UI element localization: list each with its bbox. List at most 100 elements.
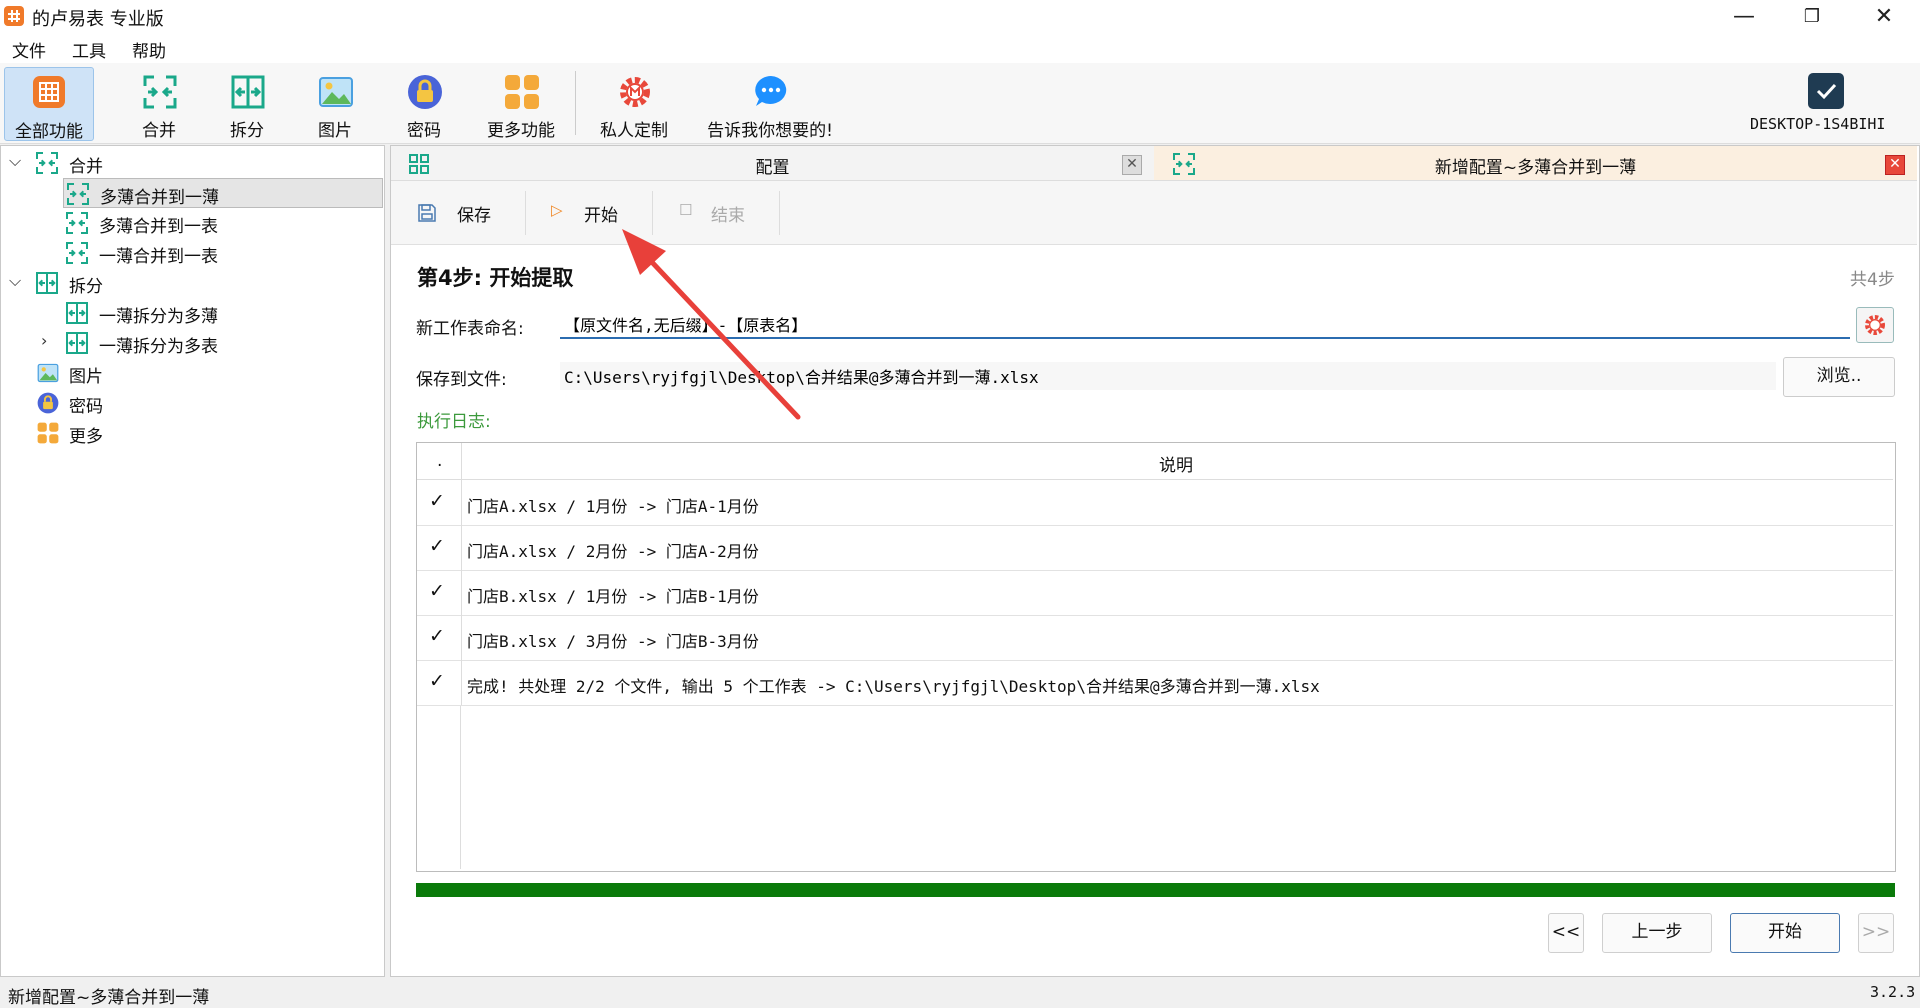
log-row: ✓ 门店B.xlsx / 3月份 -> 门店B-3月份 bbox=[417, 615, 1893, 661]
check-icon: ✓ bbox=[429, 670, 445, 692]
merge-icon bbox=[67, 183, 89, 205]
toolbar-label: 密码 bbox=[407, 121, 441, 141]
toolbar-label: 告诉我你想要的! bbox=[707, 121, 833, 141]
tree-label: 图片 bbox=[69, 367, 103, 387]
tree-item-more[interactable]: 更多 bbox=[1, 418, 384, 448]
user-avatar[interactable] bbox=[1808, 73, 1844, 109]
tree-item-multi-to-one-sheet[interactable]: 多薄合并到一表 bbox=[1, 208, 384, 238]
minimize-button[interactable]: — bbox=[1716, 0, 1772, 33]
chevron-right-icon[interactable]: › bbox=[41, 331, 47, 350]
last-step-button[interactable]: >> bbox=[1858, 913, 1894, 953]
end-label: 结束 bbox=[711, 206, 745, 226]
log-text: 门店A.xlsx / 2月份 -> 门店A-2月份 bbox=[467, 542, 759, 561]
menu-help[interactable]: 帮助 bbox=[132, 37, 166, 62]
log-text: 完成! 共处理 2/2 个文件, 输出 5 个工作表 -> C:\Users\r… bbox=[467, 677, 1320, 696]
toolbar-label: 更多功能 bbox=[487, 121, 555, 141]
tab-close-icon[interactable]: ✕ bbox=[1885, 155, 1905, 175]
tree-item-one-book-to-sheet[interactable]: 一薄合并到一表 bbox=[1, 238, 384, 268]
more-icon bbox=[505, 75, 539, 109]
toolbar-label: 私人定制 bbox=[600, 121, 668, 141]
browse-button[interactable]: 浏览.. bbox=[1783, 357, 1895, 397]
split-icon bbox=[36, 272, 58, 294]
more-icon bbox=[37, 422, 59, 444]
toolbar-split-button[interactable]: 拆分 bbox=[203, 67, 291, 141]
menu-file[interactable]: 文件 bbox=[12, 37, 46, 62]
log-row: ✓ 门店B.xlsx / 1月份 -> 门店B-1月份 bbox=[417, 570, 1893, 616]
tree-label: 密码 bbox=[69, 397, 103, 417]
check-icon: ✓ bbox=[429, 625, 445, 647]
toolbar-password-button[interactable]: 密码 bbox=[380, 67, 468, 141]
merge-icon bbox=[143, 75, 177, 109]
chat-icon bbox=[755, 76, 787, 106]
merge-icon bbox=[66, 212, 88, 234]
save-button[interactable]: 保存 bbox=[417, 201, 527, 227]
start-label: 开始 bbox=[584, 206, 618, 226]
toolbar-all-functions-button[interactable]: 全部功能 bbox=[4, 67, 94, 142]
menu-tools[interactable]: 工具 bbox=[72, 37, 106, 62]
tab-new-config[interactable]: 新增配置~多薄合并到一薄 ✕ bbox=[1154, 146, 1917, 181]
log-row: ✓ 完成! 共处理 2/2 个文件, 输出 5 个工作表 -> C:\Users… bbox=[417, 660, 1893, 706]
toolbar-label: 全部功能 bbox=[15, 122, 83, 142]
tree-label: 一薄合并到一表 bbox=[99, 247, 218, 267]
chevron-down-icon[interactable]: ⌵ bbox=[9, 151, 21, 171]
tree-label: 多薄合并到一薄 bbox=[100, 188, 219, 208]
tree-item-password[interactable]: 密码 bbox=[1, 388, 384, 418]
window-title: 的卢易表 专业版 bbox=[32, 9, 164, 30]
save-file-label: 保存到文件: bbox=[416, 370, 507, 390]
lock-icon bbox=[408, 75, 442, 109]
toolbar-more-button[interactable]: 更多功能 bbox=[477, 67, 565, 141]
user-name: DESKTOP-1S4BIHI bbox=[1750, 115, 1886, 133]
log-header: . 说明 bbox=[417, 443, 1893, 480]
column-separator bbox=[460, 706, 461, 869]
maximize-button[interactable]: ❐ bbox=[1784, 0, 1840, 33]
toolbar-custom-button[interactable]: 私人定制 bbox=[590, 67, 678, 141]
column-header-description: 说明 bbox=[1159, 456, 1193, 476]
column-header-status: . bbox=[437, 451, 443, 471]
version-label: 3.2.3 bbox=[1870, 983, 1916, 1001]
tree-item-merge[interactable]: ⌵ 合并 bbox=[1, 148, 384, 178]
separator bbox=[525, 191, 526, 235]
tree-item-image[interactable]: 图片 bbox=[1, 358, 384, 388]
status-bar: 新增配置~多薄合并到一薄 3.2.3 bbox=[0, 978, 1920, 1008]
toolbar-merge-button[interactable]: 合并 bbox=[115, 67, 203, 141]
menu-bar: 文件 工具 帮助 bbox=[0, 33, 1920, 63]
stop-icon: ☐ bbox=[679, 201, 693, 219]
toolbar-feedback-button[interactable]: 告诉我你想要的! bbox=[690, 67, 850, 141]
step-count: 共4步 bbox=[1850, 270, 1895, 290]
tree-label: 一薄拆分为多表 bbox=[99, 337, 218, 357]
function-tree: ⌵ 合并 多薄合并到一薄 多薄合并到一表 一薄合并到一表 ⌵ 拆分 一薄拆分为多 bbox=[0, 145, 385, 977]
app-logo-icon bbox=[4, 6, 24, 26]
tab-close-icon[interactable]: ✕ bbox=[1122, 155, 1142, 175]
image-icon bbox=[37, 363, 59, 383]
previous-step-button[interactable]: 上一步 bbox=[1602, 913, 1712, 953]
toolbar: 全部功能 合并 拆分 图片 密码 更多功能 私人定制 告诉我你想要的! DESK… bbox=[0, 63, 1920, 144]
all-functions-icon bbox=[33, 76, 65, 108]
column-separator bbox=[461, 570, 462, 615]
toolbar-label: 拆分 bbox=[230, 121, 264, 141]
first-step-button[interactable]: << bbox=[1548, 913, 1584, 953]
tree-item-split-to-books[interactable]: 一薄拆分为多薄 bbox=[1, 298, 384, 328]
naming-rule-button[interactable] bbox=[1856, 307, 1894, 343]
check-icon: ✓ bbox=[429, 580, 445, 602]
start-button[interactable]: ▷ 开始 bbox=[551, 201, 651, 227]
tree-label: 合并 bbox=[69, 157, 103, 177]
merge-icon bbox=[66, 242, 88, 264]
start-run-button[interactable]: 开始 bbox=[1730, 913, 1840, 953]
close-button[interactable]: ✕ bbox=[1856, 0, 1912, 33]
annotation-arrow-icon bbox=[622, 229, 801, 420]
tree-item-split[interactable]: ⌵ 拆分 bbox=[1, 268, 384, 298]
custom-gear-icon bbox=[1865, 315, 1885, 335]
tree-label: 拆分 bbox=[69, 277, 103, 297]
tab-config[interactable]: 配置 ✕ bbox=[391, 146, 1154, 181]
toolbar-image-button[interactable]: 图片 bbox=[291, 67, 379, 141]
end-button[interactable]: ☐ 结束 bbox=[679, 201, 779, 227]
save-icon bbox=[418, 204, 436, 222]
chevron-down-icon[interactable]: ⌵ bbox=[9, 271, 21, 291]
tree-item-multi-to-one-book[interactable]: 多薄合并到一薄 bbox=[63, 178, 383, 208]
split-icon bbox=[66, 332, 88, 354]
tree-label: 更多 bbox=[69, 427, 103, 447]
tree-item-split-to-sheets[interactable]: › 一薄拆分为多表 bbox=[1, 328, 384, 358]
merge-icon bbox=[36, 152, 58, 174]
save-label: 保存 bbox=[457, 206, 491, 226]
progress-bar bbox=[416, 883, 1895, 897]
